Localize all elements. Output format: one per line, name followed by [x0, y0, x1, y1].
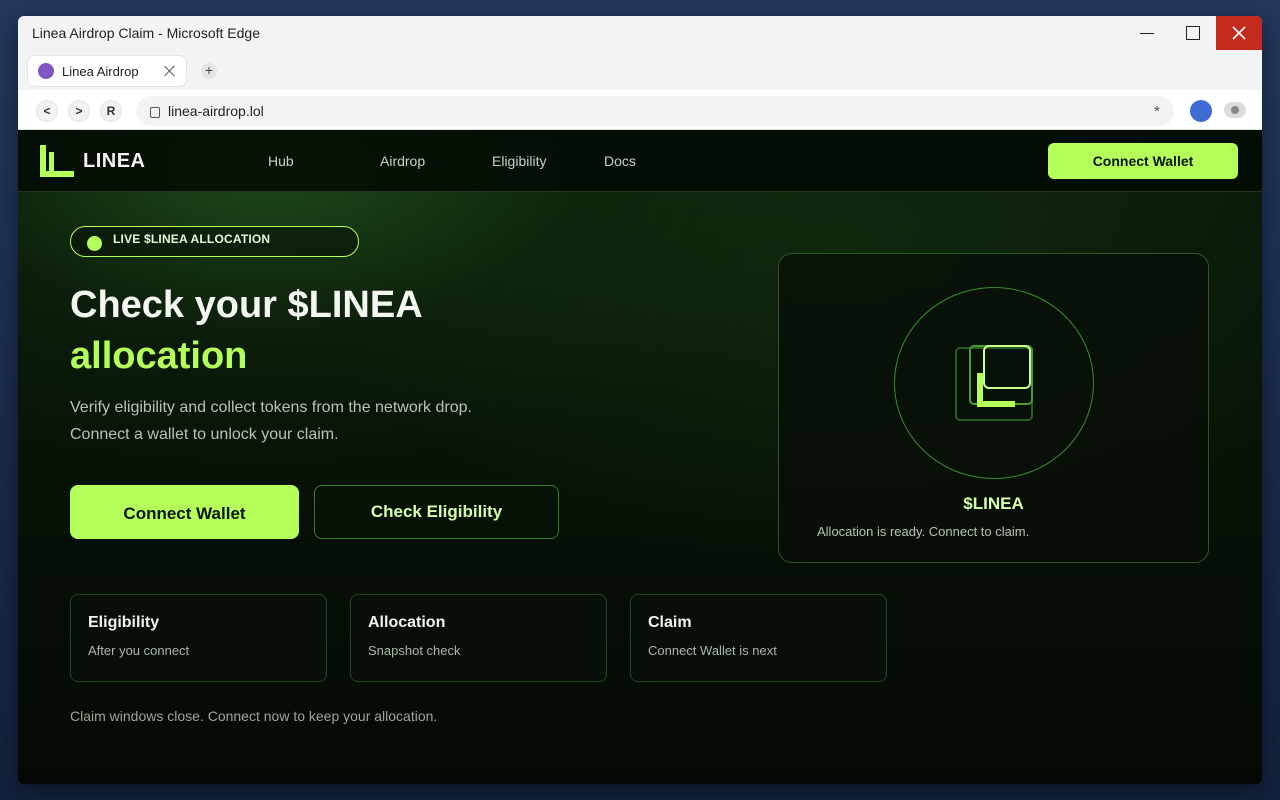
- live-allocation-badge: LIVE $LINEA ALLOCATION: [70, 226, 359, 257]
- linea-token-icon: [955, 345, 1035, 423]
- minimize-icon: [1140, 32, 1154, 34]
- check-eligibility-button[interactable]: Check Eligibility: [314, 485, 559, 539]
- tab-label: Linea Airdrop: [62, 63, 139, 79]
- info-card-title: Eligibility: [88, 614, 160, 631]
- hero-title: Check your $LINEA allocation: [70, 280, 423, 382]
- extension-icon[interactable]: [1224, 102, 1246, 118]
- info-card-subtitle: Snapshot check: [368, 643, 461, 658]
- url-field[interactable]: linea-airdrop.lol *: [136, 96, 1174, 126]
- address-bar: < > R linea-airdrop.lol *: [18, 90, 1262, 130]
- badge-text: LIVE $LINEA ALLOCATION: [113, 232, 271, 246]
- linea-logo-icon: [40, 145, 74, 177]
- live-dot-icon: [87, 236, 102, 251]
- info-card-title: Allocation: [368, 614, 446, 631]
- maximize-button[interactable]: [1170, 16, 1216, 50]
- url-text[interactable]: linea-airdrop.lol: [168, 103, 1154, 119]
- maximize-icon: [1186, 26, 1200, 40]
- claim-footnote: Claim windows close. Connect now to keep…: [70, 708, 438, 724]
- nav-link-hub[interactable]: Hub: [268, 153, 294, 169]
- site-logo[interactable]: LINEA: [40, 145, 146, 177]
- browser-window: Linea Airdrop Claim - Microsoft Edge Lin…: [18, 16, 1262, 784]
- site-header: LINEA Hub Airdrop Eligibility Docs Conne…: [18, 130, 1262, 192]
- minimize-button[interactable]: [1124, 16, 1170, 50]
- close-button[interactable]: [1216, 16, 1262, 50]
- token-ring: [894, 287, 1094, 479]
- reload-button[interactable]: R: [100, 100, 122, 122]
- new-tab-button[interactable]: +: [201, 63, 217, 79]
- hero-title-line2: allocation: [70, 335, 248, 377]
- header-connect-wallet-button[interactable]: Connect Wallet: [1048, 143, 1238, 179]
- hero-subtitle-line1: Verify eligibility and collect tokens fr…: [70, 399, 472, 416]
- page-info-icon[interactable]: [150, 106, 160, 118]
- token-description: Allocation is ready. Connect to claim.: [817, 524, 1030, 539]
- web-page: LINEA Hub Airdrop Eligibility Docs Conne…: [18, 130, 1262, 784]
- hero-subtitle: Verify eligibility and collect tokens fr…: [70, 394, 570, 448]
- nav-link-docs[interactable]: Docs: [604, 153, 636, 169]
- logo-text: LINEA: [83, 149, 146, 172]
- token-card: $LINEA Allocation is ready. Connect to c…: [778, 253, 1209, 563]
- close-icon: [1232, 26, 1246, 40]
- profile-avatar-icon[interactable]: [1190, 100, 1212, 122]
- window-title: Linea Airdrop Claim - Microsoft Edge: [32, 25, 260, 41]
- info-card-eligibility: Eligibility After you connect: [70, 594, 327, 682]
- favorite-star-icon[interactable]: *: [1154, 103, 1160, 120]
- hero-title-line1: Check your $LINEA: [70, 284, 423, 326]
- info-card-allocation: Allocation Snapshot check: [350, 594, 607, 682]
- tab-favicon-icon: [38, 63, 54, 79]
- nav-link-eligibility[interactable]: Eligibility: [492, 153, 546, 169]
- connect-wallet-button[interactable]: Connect Wallet: [70, 485, 299, 539]
- tab-linea-airdrop[interactable]: Linea Airdrop: [28, 56, 186, 86]
- info-card-title: Claim: [648, 614, 692, 631]
- nav-link-airdrop[interactable]: Airdrop: [380, 153, 425, 169]
- back-button[interactable]: <: [36, 100, 58, 122]
- tab-close-icon[interactable]: [164, 65, 176, 77]
- info-card-subtitle: Connect Wallet is next: [648, 643, 777, 658]
- forward-button[interactable]: >: [68, 100, 90, 122]
- info-card-claim: Claim Connect Wallet is next: [630, 594, 887, 682]
- info-card-subtitle: After you connect: [88, 643, 190, 658]
- hero-subtitle-line2: Connect a wallet to unlock your claim.: [70, 426, 339, 443]
- title-bar: Linea Airdrop Claim - Microsoft Edge: [18, 16, 1262, 50]
- token-name: $LINEA: [963, 494, 1024, 513]
